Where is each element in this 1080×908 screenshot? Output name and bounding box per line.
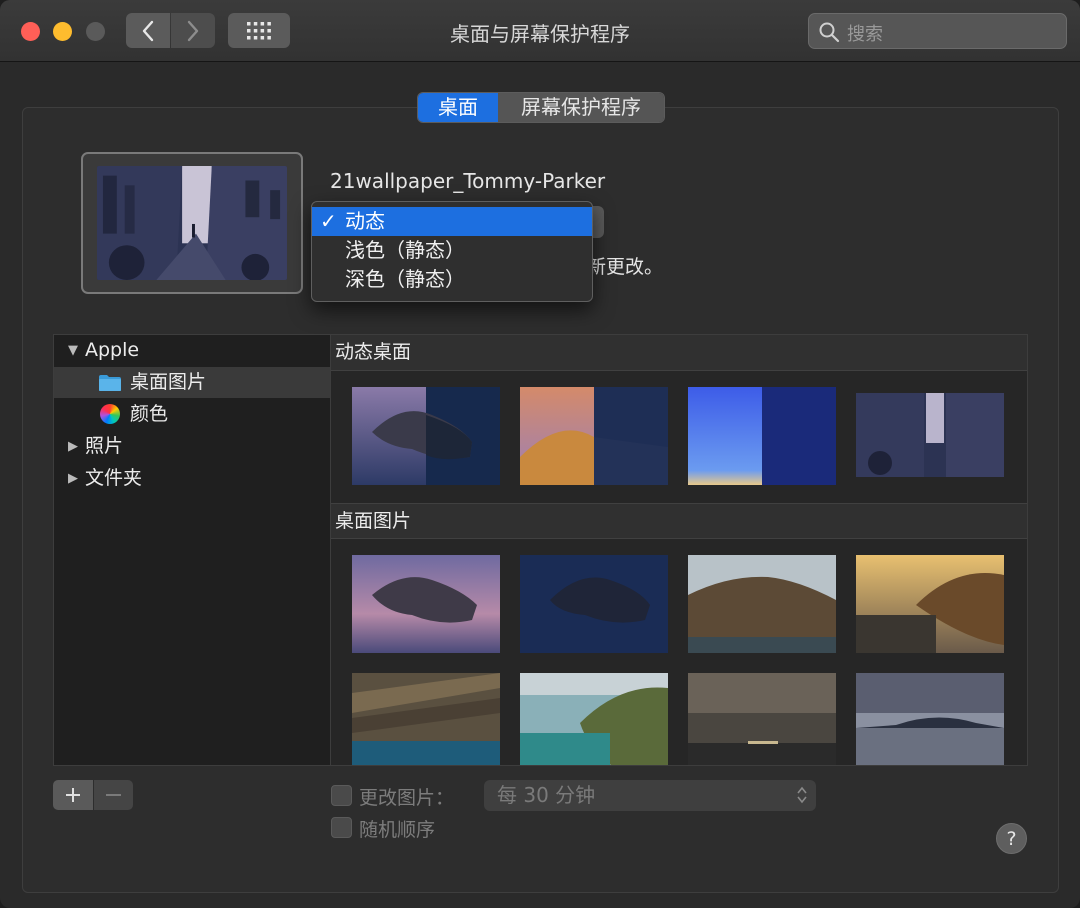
menu-item-label: 深色（静态） bbox=[345, 267, 465, 291]
grid-icon bbox=[247, 21, 271, 39]
disclosure-right-icon[interactable]: ▶ bbox=[68, 431, 78, 462]
tab-screensaver[interactable]: 屏幕保护程序 bbox=[498, 93, 664, 122]
thumbnail-island-coast[interactable] bbox=[520, 673, 668, 766]
section-header-desktop-pictures: 桌面图片 bbox=[331, 503, 1027, 539]
minus-icon bbox=[106, 794, 121, 796]
tab-desktop[interactable]: 桌面 bbox=[418, 93, 498, 122]
sidebar-item-label: 照片 bbox=[85, 435, 124, 457]
folder-icon bbox=[99, 375, 121, 391]
wallpaper-preview bbox=[81, 152, 303, 294]
random-order-label: 随机顺序 bbox=[359, 819, 436, 841]
menu-item-dark-static[interactable]: 深色（静态） bbox=[312, 265, 592, 294]
menu-item-label: 浅色（静态） bbox=[345, 238, 465, 262]
image-grid: 动态桌面 桌面图片 bbox=[331, 334, 1028, 766]
sidebar-item-label: 文件夹 bbox=[85, 467, 143, 489]
menu-item-label: 动态 bbox=[345, 209, 385, 233]
thumbnail-catalina-evening[interactable] bbox=[352, 555, 500, 653]
thumbnail-catalina-dynamic[interactable] bbox=[352, 387, 500, 485]
hint-text: 新更改。 bbox=[587, 256, 664, 278]
tab-bar: 桌面 屏幕保护程序 bbox=[417, 92, 665, 123]
random-order-checkbox[interactable] bbox=[331, 817, 352, 838]
source-list: ▼ Apple 桌面图片 颜色 ▶ 照片 ▶ 文件夹 bbox=[53, 334, 331, 766]
thumbnail-sea-clouds[interactable] bbox=[688, 673, 836, 766]
disclosure-down-icon[interactable]: ▼ bbox=[68, 335, 78, 366]
close-window-button[interactable] bbox=[21, 22, 40, 41]
sidebar-item-desktop-pictures[interactable]: 桌面图片 bbox=[54, 367, 330, 398]
search-icon bbox=[819, 22, 840, 43]
help-button[interactable]: ? bbox=[996, 823, 1027, 854]
change-picture-label: 更改图片： bbox=[359, 787, 455, 809]
forward-button[interactable] bbox=[171, 13, 215, 48]
appearance-menu: ✓ 动态 浅色（静态） 深色（静态） bbox=[311, 201, 593, 302]
section-header-dynamic: 动态桌面 bbox=[331, 335, 1027, 371]
sidebar-item-apple[interactable]: ▼ Apple bbox=[54, 335, 330, 366]
thumbnail-blue-gradient-dynamic[interactable] bbox=[688, 387, 836, 485]
thumbnail-rock-strata[interactable] bbox=[352, 673, 500, 766]
plus-icon bbox=[66, 788, 80, 802]
minimize-window-button[interactable] bbox=[53, 22, 72, 41]
sidebar-item-label: 颜色 bbox=[130, 403, 169, 425]
thumbnail-island-dusk[interactable] bbox=[856, 673, 1004, 766]
search-field[interactable]: 搜索 bbox=[808, 13, 1067, 49]
remove-folder-button[interactable] bbox=[94, 780, 133, 810]
search-placeholder: 搜索 bbox=[847, 24, 883, 45]
thumbnail-tommy-parker-dynamic[interactable] bbox=[856, 393, 1004, 477]
add-folder-button[interactable] bbox=[53, 780, 93, 810]
preview-image bbox=[97, 166, 287, 281]
chevron-right-icon bbox=[187, 20, 199, 41]
chevron-left-icon bbox=[142, 20, 154, 41]
menu-item-dynamic[interactable]: ✓ 动态 bbox=[312, 207, 592, 236]
sidebar-item-colors[interactable]: 颜色 bbox=[54, 399, 330, 430]
menu-item-light-static[interactable]: 浅色（静态） bbox=[312, 236, 592, 265]
interval-value: 每 30 分钟 bbox=[497, 783, 596, 807]
interval-popup[interactable]: 每 30 分钟 bbox=[484, 780, 816, 811]
wallpaper-name: 21wallpaper_Tommy-Parker bbox=[330, 169, 606, 193]
updown-chevron-icon bbox=[797, 786, 807, 804]
zoom-window-button[interactable] bbox=[86, 22, 105, 41]
thumbnail-catalina-night[interactable] bbox=[520, 555, 668, 653]
sidebar-item-label: Apple bbox=[85, 339, 140, 361]
sidebar-item-folders[interactable]: ▶ 文件夹 bbox=[54, 463, 330, 494]
checkmark-icon: ✓ bbox=[320, 209, 337, 233]
back-button[interactable] bbox=[126, 13, 170, 48]
show-all-button[interactable] bbox=[228, 13, 290, 48]
thumbnail-catalina-coast-day[interactable] bbox=[688, 555, 836, 653]
thumbnail-catalina-cliff-sunset[interactable] bbox=[856, 555, 1004, 653]
sidebar-item-photos[interactable]: ▶ 照片 bbox=[54, 431, 330, 462]
title-bar: 桌面与屏幕保护程序 搜索 bbox=[0, 0, 1080, 62]
disclosure-right-icon[interactable]: ▶ bbox=[68, 463, 78, 494]
sidebar-item-label: 桌面图片 bbox=[130, 371, 207, 393]
change-picture-checkbox[interactable] bbox=[331, 785, 352, 806]
thumbnail-mojave-dynamic[interactable] bbox=[520, 387, 668, 485]
preferences-window: 桌面与屏幕保护程序 搜索 桌面 屏幕保护程序 21wallpaper_Tommy… bbox=[0, 0, 1080, 908]
window-title: 桌面与屏幕保护程序 bbox=[450, 22, 630, 46]
color-wheel-icon bbox=[100, 404, 120, 424]
